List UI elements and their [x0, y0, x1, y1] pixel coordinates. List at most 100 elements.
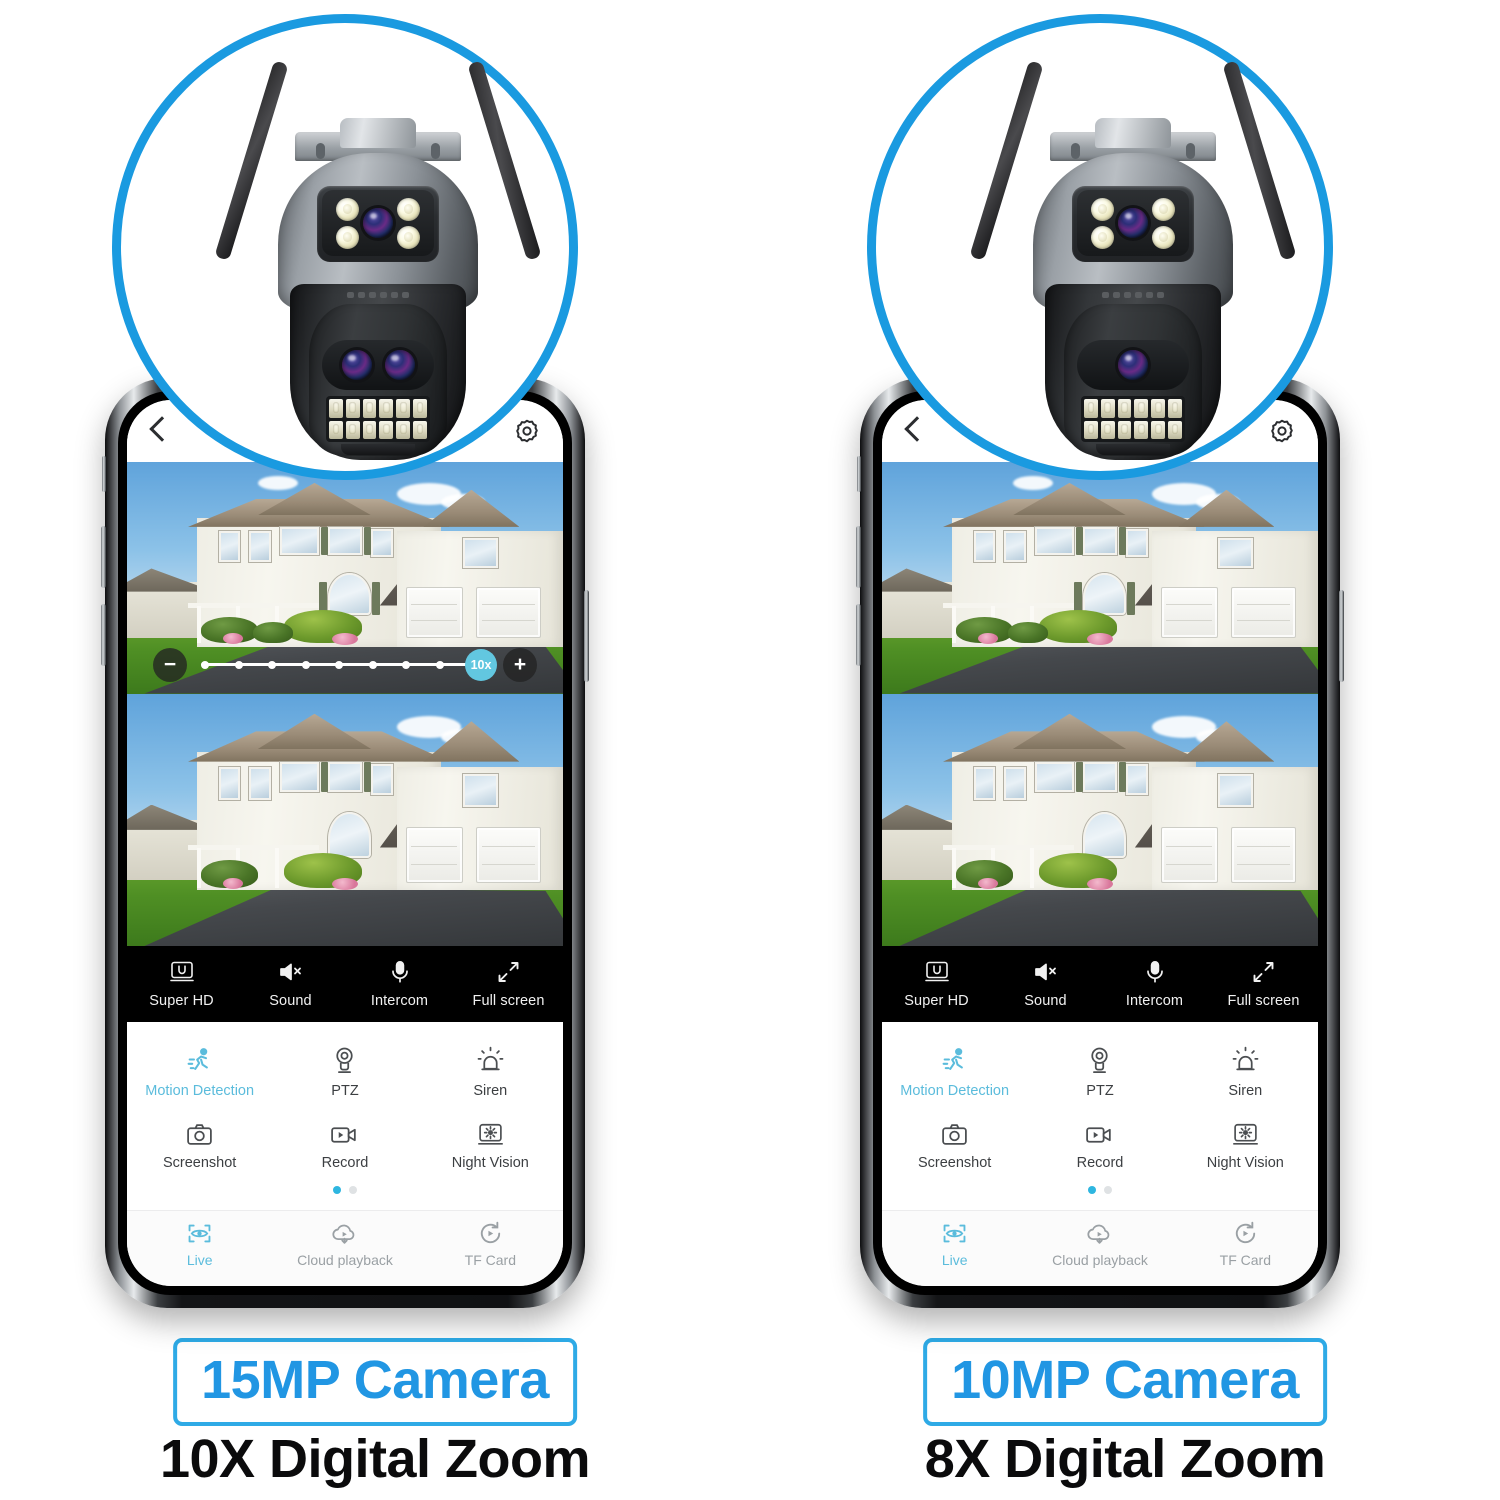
player-toolbar: Super HD Sound Intercom Full screen [882, 946, 1318, 1022]
tool-intercom[interactable]: Intercom [345, 957, 454, 1009]
white-led [1091, 225, 1114, 249]
video-feed-secondary[interactable] [882, 693, 1318, 946]
feature-ptz[interactable]: PTZ [272, 1036, 417, 1108]
feature-night-vision[interactable]: Night Vision [418, 1108, 563, 1180]
tf-card-icon [1232, 1220, 1259, 1246]
feature-record[interactable]: Record [272, 1108, 417, 1180]
lower-lens-1 [341, 350, 372, 380]
video-feed-primary[interactable] [882, 462, 1318, 694]
product-comparison-stage: − 10x + Super HD Sound Intercom Full scr… [0, 0, 1500, 1500]
phone-mute-switch[interactable] [102, 456, 106, 492]
house-scene [882, 462, 1318, 694]
phone-volume-up-button[interactable] [856, 526, 861, 588]
nav-label: Live [186, 1252, 213, 1268]
fullscreen-icon [496, 957, 521, 984]
feature-record[interactable]: Record [1027, 1108, 1172, 1180]
ptz-lens-panel [1077, 340, 1189, 390]
bottom-nav: Live Cloud playback TF Card [882, 1210, 1318, 1286]
feature-row: Motion Detection PTZ Siren [127, 1036, 563, 1108]
phone-power-button[interactable] [584, 590, 589, 682]
product-panel-left: − 10x + Super HD Sound Intercom Full scr… [0, 0, 750, 1500]
back-chevron-icon[interactable] [149, 416, 166, 446]
tool-intercom[interactable]: Intercom [1100, 957, 1209, 1009]
ir-led [1168, 399, 1182, 418]
ir-led [413, 399, 427, 418]
back-chevron-icon[interactable] [904, 416, 921, 446]
white-led [1091, 197, 1114, 221]
tool-label: Sound [269, 993, 312, 1009]
nav-tf-card[interactable]: TF Card [1173, 1220, 1318, 1268]
ir-led [1084, 420, 1098, 439]
feature-label: Record [1076, 1155, 1124, 1171]
feature-motion-detection[interactable]: Motion Detection [127, 1036, 272, 1108]
led-pair-right [1152, 197, 1175, 249]
zoom-in-button[interactable]: + [503, 647, 537, 682]
feature-siren[interactable]: Siren [418, 1036, 563, 1108]
ptz-security-camera-3-lens [214, 48, 542, 468]
pager-dot-active[interactable] [333, 1186, 341, 1194]
tool-fullscreen[interactable]: Full screen [454, 957, 563, 1009]
sound-muted-icon [1033, 957, 1059, 984]
ir-led [379, 399, 394, 418]
ptz-security-camera-2-lens [969, 48, 1297, 468]
tool-sound[interactable]: Sound [236, 957, 345, 1009]
camera-resolution-badge: 10MP Camera [923, 1338, 1327, 1426]
nav-live[interactable]: Live [127, 1220, 272, 1268]
house-scene-secondary [882, 693, 1318, 946]
feature-label: Siren [1228, 1083, 1263, 1099]
feature-ptz[interactable]: PTZ [1027, 1036, 1172, 1108]
phone-mute-switch[interactable] [857, 456, 861, 492]
cloud-playback-icon [1085, 1220, 1114, 1246]
ir-led [1117, 399, 1132, 418]
fullscreen-icon [1251, 957, 1276, 984]
video-feed-secondary[interactable] [127, 693, 563, 946]
microphone-icon [388, 957, 412, 984]
microphone-icon [1143, 957, 1167, 984]
phone-volume-down-button[interactable] [101, 604, 106, 666]
lower-lens-1 [1118, 350, 1148, 380]
feature-pager[interactable] [127, 1180, 563, 1204]
phone-power-button[interactable] [1339, 590, 1344, 682]
feature-night-vision[interactable]: Night Vision [1173, 1108, 1318, 1180]
feature-screenshot[interactable]: Screenshot [882, 1108, 1027, 1180]
white-led [336, 197, 359, 221]
camera-shutter-icon [940, 1117, 969, 1147]
tool-label: Full screen [1227, 993, 1300, 1009]
feature-siren[interactable]: Siren [1173, 1036, 1318, 1108]
feature-label: PTZ [1086, 1083, 1114, 1099]
phone-volume-up-button[interactable] [101, 526, 106, 588]
ir-led [1134, 399, 1149, 418]
zoom-slider[interactable]: − 10x + [153, 647, 537, 682]
digital-zoom-subtitle: 10X Digital Zoom [159, 1429, 591, 1489]
video-feed-primary[interactable]: − 10x + [127, 462, 563, 694]
nav-live[interactable]: Live [882, 1220, 1027, 1268]
zoom-level-thumb[interactable]: 10x [465, 648, 497, 681]
nav-label: TF Card [464, 1252, 516, 1268]
tool-fullscreen[interactable]: Full screen [1209, 957, 1318, 1009]
tool-super-hd[interactable]: Super HD [127, 957, 236, 1009]
pager-dot[interactable] [349, 1186, 357, 1194]
tool-label: Intercom [370, 993, 429, 1009]
ir-led [396, 399, 411, 418]
nav-cloud-playback[interactable]: Cloud playback [272, 1220, 417, 1268]
tool-sound[interactable]: Sound [991, 957, 1100, 1009]
zoom-out-button[interactable]: − [153, 647, 187, 682]
ir-led [1168, 420, 1182, 439]
feature-screenshot[interactable]: Screenshot [127, 1108, 272, 1180]
nav-cloud-playback[interactable]: Cloud playback [1027, 1220, 1172, 1268]
ir-led [362, 399, 377, 418]
pager-dot-active[interactable] [1088, 1186, 1096, 1194]
phone-volume-down-button[interactable] [856, 604, 861, 666]
night-vision-icon [477, 1117, 504, 1147]
pager-dot[interactable] [1104, 1186, 1112, 1194]
nav-tf-card[interactable]: TF Card [418, 1220, 563, 1268]
tool-super-hd[interactable]: Super HD [882, 957, 991, 1009]
super-hd-icon [924, 957, 950, 984]
ptz-camera-icon [1086, 1045, 1113, 1075]
tool-label: Full screen [472, 993, 545, 1009]
feature-pager[interactable] [882, 1180, 1318, 1204]
feature-motion-detection[interactable]: Motion Detection [882, 1036, 1027, 1108]
feature-row: Screenshot Record Night Vision [127, 1108, 563, 1180]
zoom-slider-track[interactable]: 10x [195, 648, 497, 682]
siren-icon [477, 1045, 504, 1075]
